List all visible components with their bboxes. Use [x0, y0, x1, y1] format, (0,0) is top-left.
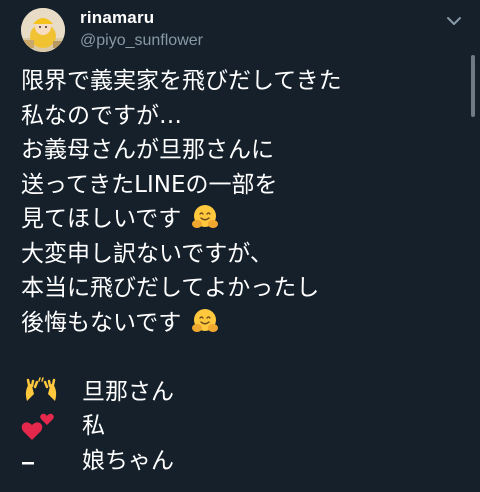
legend-row-husband: 旦那さん — [21, 375, 461, 410]
dash-mark-icon — [21, 446, 61, 476]
avatar[interactable] — [21, 8, 65, 52]
display-name[interactable]: rinamaru — [80, 8, 203, 28]
tweet-line-text: 後悔もないです — [21, 309, 182, 336]
user-handle[interactable]: @piyo_sunflower — [80, 30, 203, 52]
tweet-card: rinamaru @piyo_sunflower 限界で義実家を飛びだしてきた … — [0, 0, 480, 492]
two-hearts-icon — [21, 411, 61, 441]
legend-row-me: 私 — [21, 409, 461, 444]
tweet-line: お義母さんが旦那さんに — [21, 137, 274, 163]
tweet-text: 限界で義実家を飛びだしてきた 私なのですが… お義母さんが旦那さんに 送ってきた… — [21, 64, 461, 478]
raising-hands-icon — [21, 376, 61, 407]
tweet-line-text: 見てほしいです — [21, 206, 182, 232]
user-info: rinamaru @piyo_sunflower — [80, 8, 203, 52]
tweet-line-with-emoji: 見てほしいです — [21, 202, 461, 237]
chevron-down-icon[interactable] — [443, 10, 465, 32]
legend-label: 私 — [82, 413, 105, 439]
tweet-line-with-emoji: 後悔もないです — [21, 306, 461, 341]
hugging-face-emoji-icon — [191, 307, 219, 346]
tweet-line: 送ってきたLINEの一部を — [21, 171, 278, 198]
scrollbar[interactable] — [471, 55, 475, 117]
legend-row-daughter: 娘ちゃん — [21, 444, 461, 479]
tweet-line: 大変申し訳ないですが、 — [21, 240, 273, 267]
legend-label: 旦那さん — [82, 378, 174, 405]
hugging-face-emoji-icon — [191, 203, 219, 242]
tweet-line: 本当に飛びだしてよかったし — [21, 275, 320, 301]
legend-label: 娘ちゃん — [82, 447, 174, 474]
avatar-photo-icon — [21, 8, 65, 52]
tweet-line: 限界で義実家を飛びだしてきた — [21, 68, 342, 94]
tweet-line: 私なのですが… — [21, 102, 182, 129]
